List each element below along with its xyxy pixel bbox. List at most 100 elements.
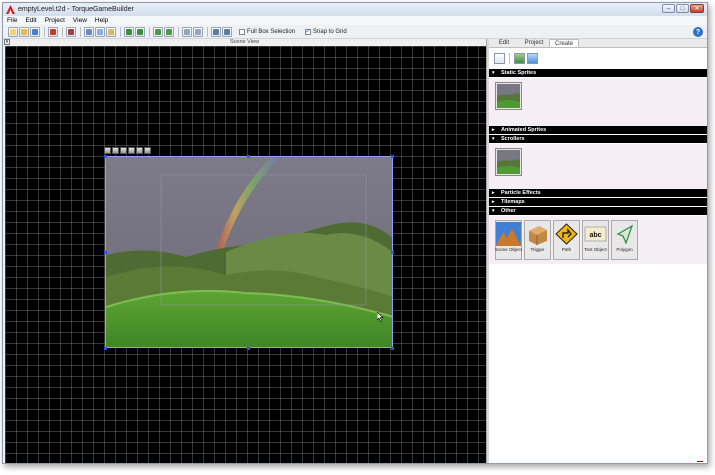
minimize-button[interactable]: – xyxy=(662,4,675,13)
category-label: Scrollers xyxy=(501,136,525,142)
category-tilemaps[interactable]: ▸ Tilemaps xyxy=(489,198,707,206)
polygon-icon xyxy=(616,224,634,245)
copy-button[interactable] xyxy=(95,26,105,37)
toolbar-separator xyxy=(178,26,179,37)
selection-handle[interactable] xyxy=(247,155,250,158)
zoom-out-button[interactable] xyxy=(193,26,203,37)
window-controls: – □ ✕ xyxy=(662,4,704,13)
scene-view-header: ▾ Scene View xyxy=(3,39,486,46)
view-button[interactable] xyxy=(222,26,232,37)
play-level-button[interactable] xyxy=(48,26,58,37)
rainbow-hills-sprite[interactable] xyxy=(105,156,393,348)
selection-handle[interactable] xyxy=(391,155,394,158)
close-button[interactable]: ✕ xyxy=(690,4,704,13)
menu-edit[interactable]: Edit xyxy=(25,17,36,24)
snap-to-grid-toggle[interactable]: ✓ Snap to Grid xyxy=(305,28,347,35)
selection-handle[interactable] xyxy=(391,251,394,254)
selection-handle[interactable] xyxy=(104,155,107,158)
full-box-selection-checkbox[interactable] xyxy=(239,28,245,35)
menu-help[interactable]: Help xyxy=(95,17,108,24)
toolbar-separator xyxy=(44,26,45,37)
object-edit-icon[interactable] xyxy=(104,147,111,154)
menu-project[interactable]: Project xyxy=(45,17,65,24)
svg-text:abc: abc xyxy=(589,232,601,239)
object-path-icon[interactable] xyxy=(136,147,143,154)
full-box-selection-label: Full Box Selection xyxy=(247,28,296,35)
snap-to-grid-label: Snap to Grid xyxy=(313,28,347,35)
trigger-item[interactable]: Trigger xyxy=(524,220,551,260)
selection-handle[interactable] xyxy=(391,347,394,350)
help-icon[interactable]: ? xyxy=(693,27,703,37)
selection-handle[interactable] xyxy=(247,347,250,350)
menu-file[interactable]: File xyxy=(7,17,17,24)
landscape-thumbnail-icon xyxy=(497,150,520,174)
camera-button[interactable] xyxy=(211,26,221,37)
path-sign-icon xyxy=(555,223,578,245)
full-box-selection-toggle[interactable]: Full Box Selection xyxy=(239,28,296,35)
maximize-button[interactable]: □ xyxy=(676,4,689,13)
new-animation-icon[interactable] xyxy=(527,53,538,64)
static-sprites-list xyxy=(489,78,707,126)
scene-view[interactable] xyxy=(5,46,486,463)
toolbar-separator xyxy=(149,26,150,37)
create-toolbar xyxy=(489,48,707,69)
scene-view-title: Scene View xyxy=(230,39,259,45)
category-other[interactable]: ▾ Other xyxy=(489,207,707,215)
object-collision-icon[interactable] xyxy=(128,147,135,154)
redo-button[interactable] xyxy=(135,26,145,37)
toolbar-separator xyxy=(80,26,81,37)
object-mount-icon[interactable] xyxy=(112,147,119,154)
selection-handle[interactable] xyxy=(104,347,107,350)
mouse-cursor-icon xyxy=(376,311,384,324)
expand-arrow-icon: ▸ xyxy=(492,127,495,133)
save-level-button[interactable] xyxy=(30,26,40,37)
landscape-thumbnail-icon xyxy=(497,84,520,108)
new-level-button[interactable] xyxy=(8,26,18,37)
object-link-icon[interactable] xyxy=(120,147,127,154)
tab-create[interactable]: Create xyxy=(549,39,579,47)
item-label: Scene Object xyxy=(495,247,523,252)
scroller-thumbnail[interactable] xyxy=(495,148,522,176)
other-objects-list: Scene Object Trigger Path abc Text Objec… xyxy=(489,216,707,264)
image-map-builder-icon[interactable] xyxy=(494,53,505,64)
object-toolbar xyxy=(104,147,151,154)
category-label: Tilemaps xyxy=(501,199,525,205)
paste-button[interactable] xyxy=(106,26,116,37)
expand-arrow-icon: ▸ xyxy=(492,190,495,196)
menu-view[interactable]: View xyxy=(73,17,87,24)
open-level-button[interactable] xyxy=(19,26,29,37)
new-image-map-icon[interactable] xyxy=(514,53,525,64)
collapse-arrow-icon: ▾ xyxy=(492,208,495,214)
tab-project[interactable]: Project xyxy=(519,39,549,47)
collapse-arrow-icon: ▾ xyxy=(492,70,495,76)
snap-to-grid-checkbox[interactable]: ✓ xyxy=(305,28,312,35)
resize-grip[interactable] xyxy=(697,461,703,462)
create-panel: Edit Project Create ▾ Static Sprites ▸ A… xyxy=(489,39,707,463)
static-sprite-thumbnail[interactable] xyxy=(495,82,522,110)
item-label: Polygon xyxy=(616,247,633,252)
zoom-in-button[interactable] xyxy=(182,26,192,37)
window-title: emptyLevel.t2d - TorqueGameBuilder xyxy=(18,6,134,13)
selection-handle[interactable] xyxy=(104,251,107,254)
build-button[interactable] xyxy=(66,26,76,37)
undo-button[interactable] xyxy=(124,26,134,37)
item-label: Trigger xyxy=(530,247,545,252)
category-scrollers[interactable]: ▾ Scrollers xyxy=(489,135,707,143)
dismount-button[interactable] xyxy=(164,26,174,37)
category-particle-effects[interactable]: ▸ Particle Effects xyxy=(489,189,707,197)
toolbar-separator xyxy=(120,26,121,37)
cut-button[interactable] xyxy=(84,26,94,37)
category-animated-sprites[interactable]: ▸ Animated Sprites xyxy=(489,126,707,134)
polygon-item[interactable]: Polygon xyxy=(611,220,638,260)
path-item[interactable]: Path xyxy=(553,220,580,260)
text-object-icon: abc xyxy=(584,226,607,242)
scene-object-item[interactable]: Scene Object xyxy=(495,220,522,260)
category-static-sprites[interactable]: ▾ Static Sprites xyxy=(489,69,707,77)
item-label: Path xyxy=(561,247,572,252)
mount-button[interactable] xyxy=(153,26,163,37)
tab-edit[interactable]: Edit xyxy=(489,39,519,47)
expand-arrow-icon: ▸ xyxy=(492,199,495,205)
object-properties-icon[interactable] xyxy=(144,147,151,154)
scene-menu-toggle[interactable]: ▾ xyxy=(4,39,10,45)
text-object-item[interactable]: abc Text Object xyxy=(582,220,609,260)
